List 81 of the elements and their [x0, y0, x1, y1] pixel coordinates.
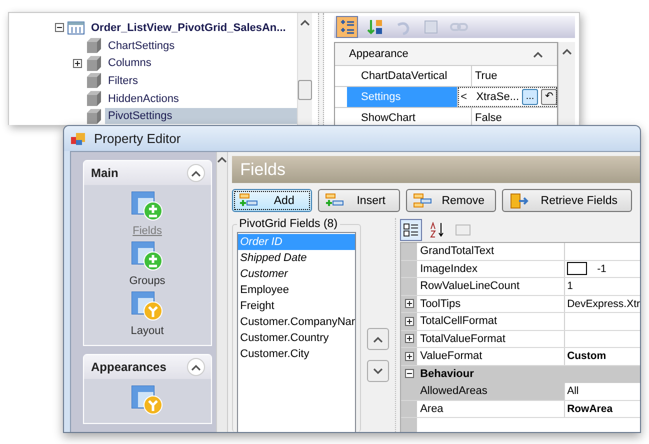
property-value: False: [475, 112, 502, 124]
property-value: Custom: [567, 350, 606, 362]
chevron-icon: [190, 364, 201, 370]
window-icon: [70, 130, 86, 146]
cube-icon: [85, 54, 102, 72]
grid-plus-icon[interactable]: [131, 241, 164, 271]
tree-root[interactable]: Order_ListView_PivotGrid_SalesAn...: [88, 20, 289, 36]
cube-icon: [85, 108, 102, 125]
nav-item[interactable]: Groups: [127, 275, 168, 287]
category-label: Appearance: [349, 48, 408, 60]
nav-item[interactable]: Layout: [128, 325, 166, 337]
property-value: DevExpress.Xtr: [567, 298, 640, 310]
category-label: Behaviour: [419, 366, 475, 382]
tree-item[interactable]: PivotSettings: [105, 108, 297, 124]
nav-group-title: Main: [91, 166, 118, 180]
property-name[interactable]: ValueFormat: [417, 348, 566, 364]
property-value: 1: [567, 280, 573, 292]
add-field-icon: [239, 192, 260, 208]
list-item[interactable]: Customer: [238, 266, 356, 282]
categorized-icon[interactable]: [400, 219, 422, 241]
add-field-icon: [325, 192, 346, 208]
scroll-thumb[interactable]: [298, 80, 312, 100]
move-up-button[interactable]: [367, 328, 390, 350]
property-name[interactable]: AllowedAreas: [417, 383, 566, 400]
scrollbar[interactable]: [297, 13, 312, 125]
grid-wrench-icon[interactable]: [131, 385, 164, 415]
toolbar-button[interactable]: Insert: [318, 189, 400, 212]
scrollbar[interactable]: [558, 42, 575, 125]
tree-item[interactable]: Filters: [105, 72, 141, 89]
nav-group-title: Appearances: [91, 360, 166, 374]
property-value: < XtraSe...: [460, 91, 519, 103]
toolbar-button[interactable]: Add: [232, 189, 312, 212]
collapse-icon: [533, 50, 543, 58]
property-name[interactable]: TotalCellFormat: [417, 313, 566, 330]
toolbar-button[interactable]: Remove: [406, 189, 496, 212]
group-title: PivotGrid Fields (8): [238, 218, 339, 230]
collapse-button[interactable]: [186, 164, 205, 182]
expand-icon[interactable]: [404, 316, 414, 326]
chevron-icon: [190, 170, 201, 176]
ellipsis-button[interactable]: ...: [522, 89, 538, 105]
property-value: All: [567, 385, 579, 398]
scroll-up-icon: [300, 19, 310, 26]
expand-icon[interactable]: [73, 58, 82, 68]
list-item[interactable]: Customer.Country: [238, 330, 356, 346]
property-value: RowArea: [567, 402, 613, 415]
move-down-button[interactable]: [367, 360, 390, 382]
reset-button[interactable]: ↶: [541, 89, 557, 105]
tree-item[interactable]: HiddenActions: [105, 90, 182, 107]
collapse-icon[interactable]: [55, 23, 64, 32]
tree-item[interactable]: Columns: [105, 55, 154, 72]
grid-plus-icon[interactable]: [131, 191, 164, 221]
property-value: True: [475, 70, 498, 82]
expand-icon[interactable]: [404, 299, 414, 308]
property-name[interactable]: TotalValueFormat: [417, 330, 566, 347]
cube-icon: [85, 37, 102, 54]
collapse-button[interactable]: [186, 358, 205, 376]
list-item[interactable]: Freight: [238, 298, 356, 314]
retrieve-icon: [509, 192, 530, 208]
list-item[interactable]: Customer.City: [238, 346, 356, 362]
tree-item[interactable]: ChartSettings: [105, 38, 178, 54]
window-title: Property Editor: [94, 131, 181, 146]
collapse-icon[interactable]: [404, 369, 414, 378]
list-item[interactable]: Customer.CompanyNar: [238, 314, 356, 330]
chevron-up-icon: [373, 336, 384, 342]
scroll-up-icon: [562, 48, 572, 55]
list-view-icon: [67, 20, 85, 35]
property-name[interactable]: Area: [417, 400, 566, 417]
cube-icon: [85, 72, 102, 90]
page-title: Fields: [240, 160, 286, 180]
property-value: -1: [597, 262, 606, 275]
remove-field-icon: [413, 192, 434, 208]
list-item[interactable]: Employee: [238, 282, 356, 298]
toolbar-button[interactable]: Retrieve Fields: [502, 189, 632, 212]
grid-wrench-icon[interactable]: [131, 291, 164, 321]
cube-icon: [85, 90, 102, 108]
scroll-up-icon: [216, 156, 227, 163]
expand-icon[interactable]: [404, 352, 414, 361]
expand-icon[interactable]: [404, 334, 414, 344]
list-item[interactable]: Shipped Date: [238, 250, 356, 266]
property-name[interactable]: ToolTips: [417, 296, 566, 312]
chevron-down-icon: [373, 368, 384, 374]
